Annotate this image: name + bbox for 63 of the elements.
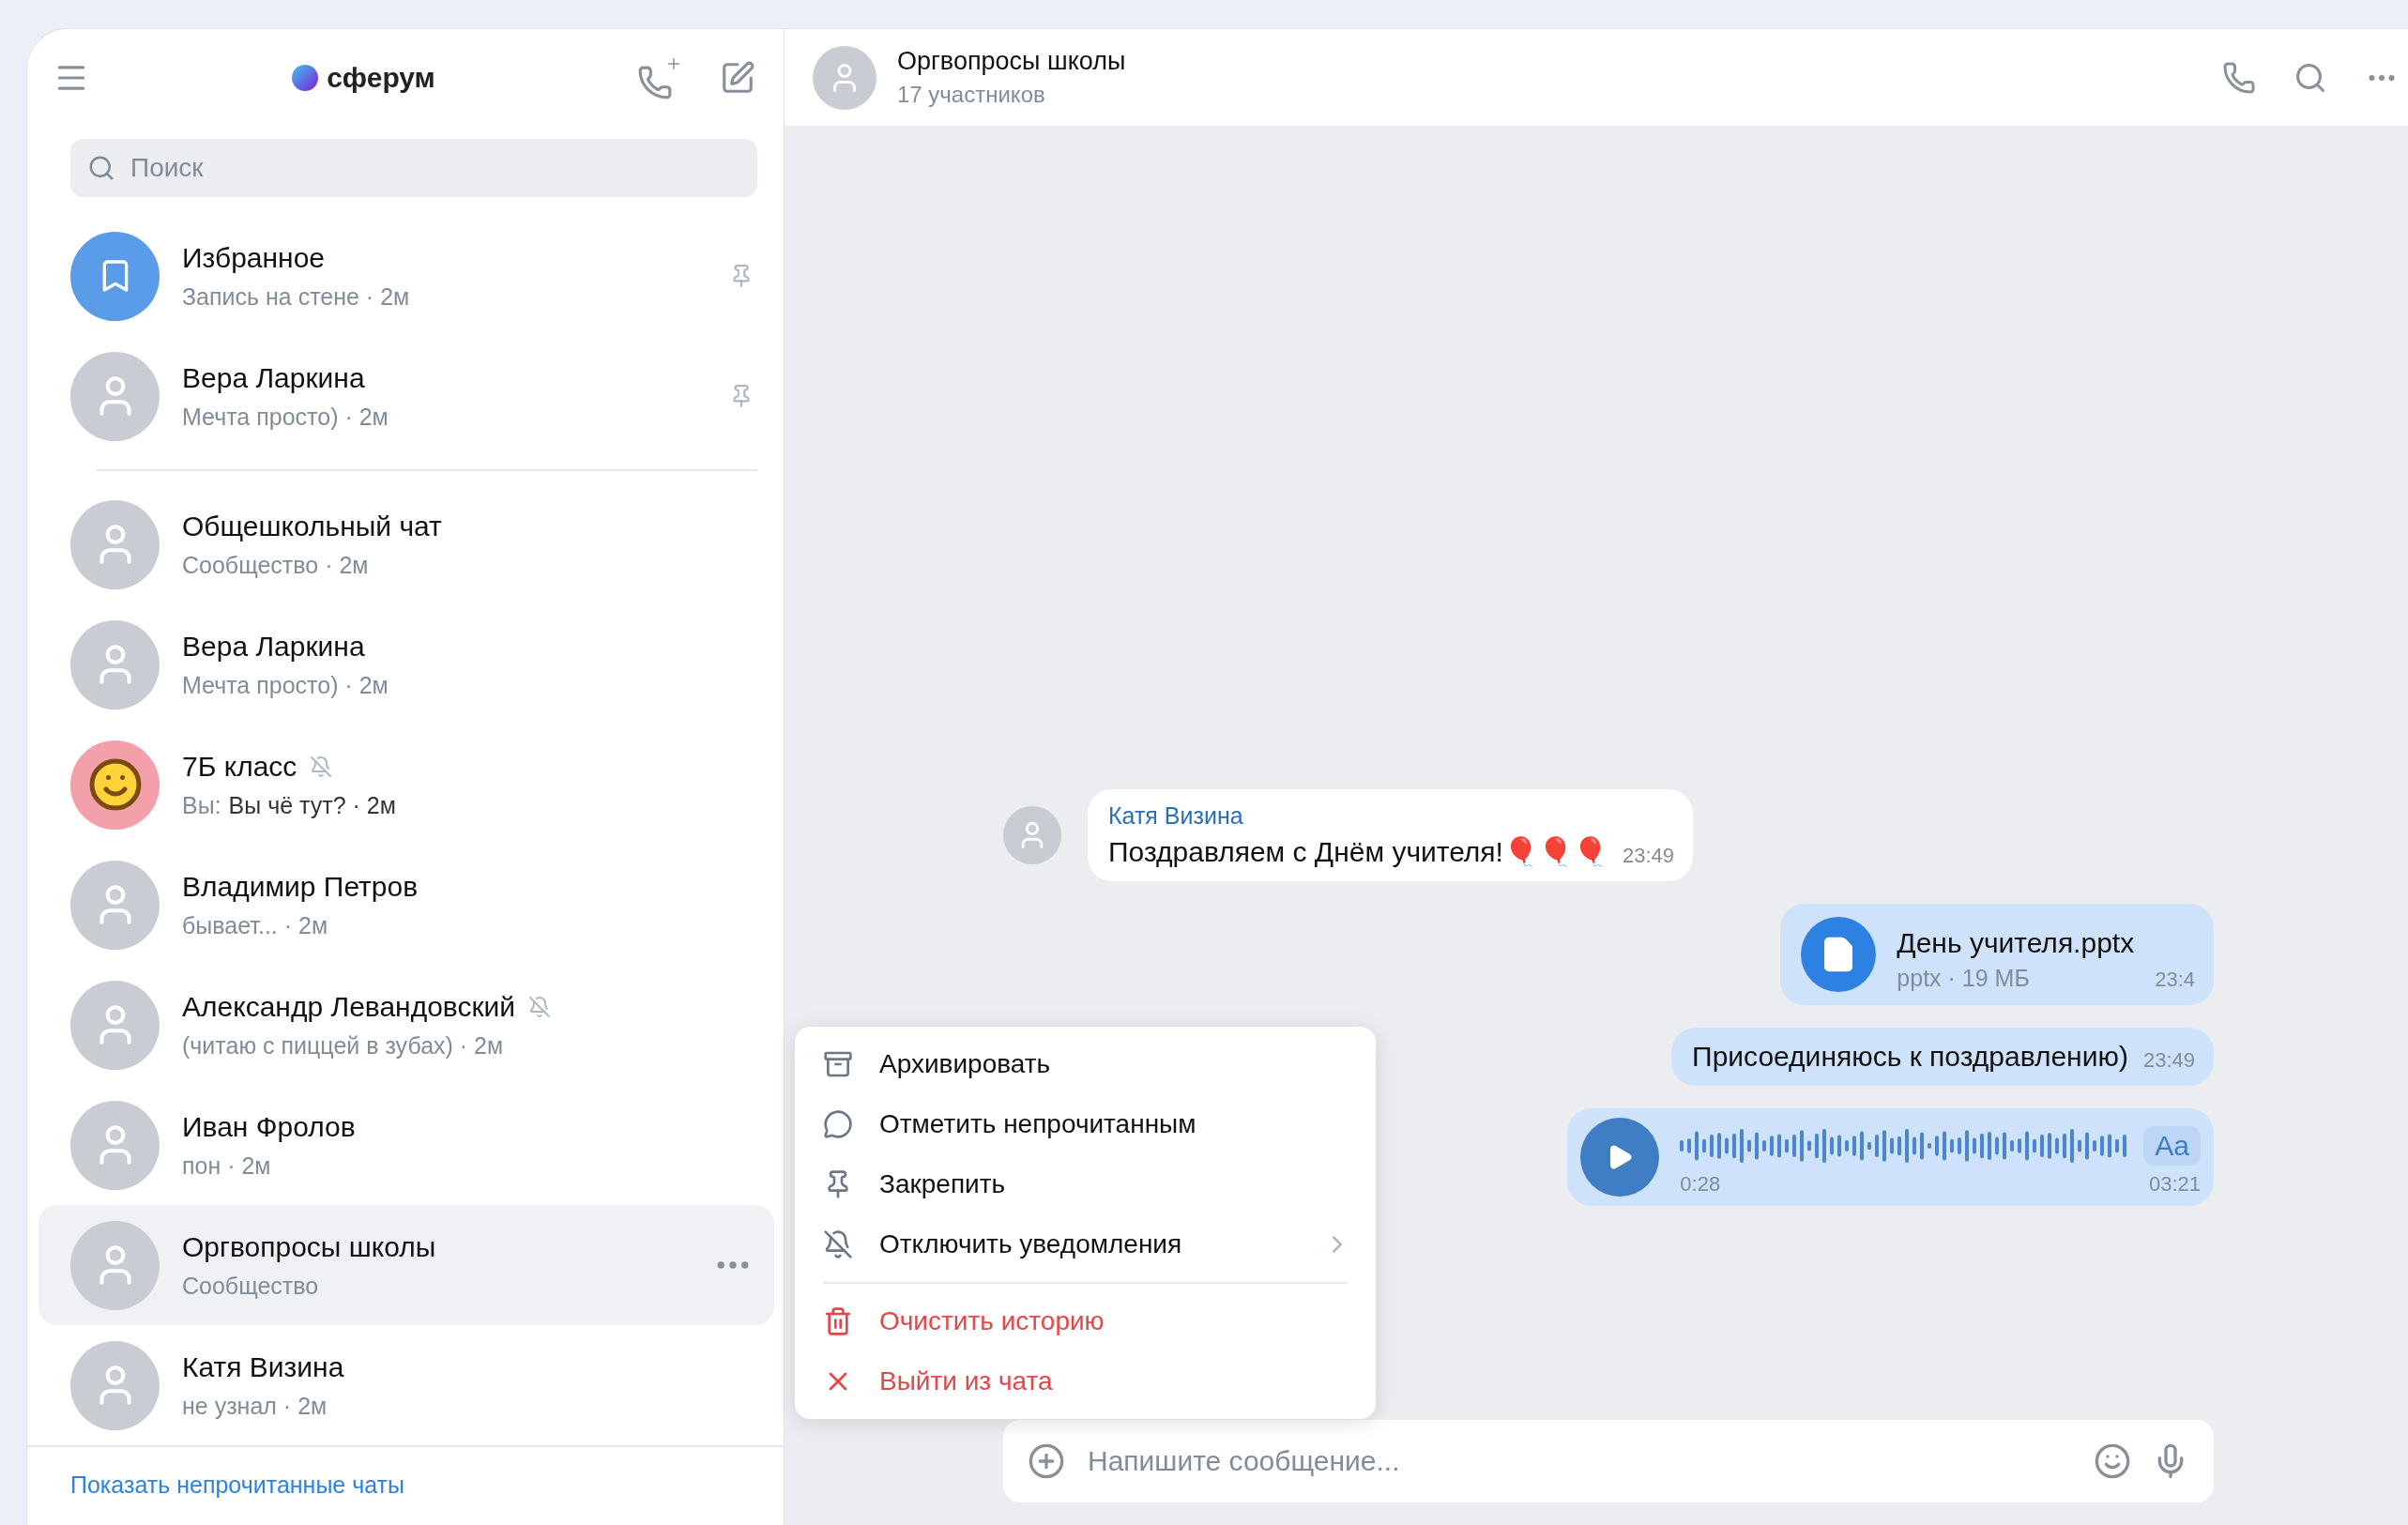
attach-icon[interactable] [1028, 1442, 1065, 1480]
chat-name: Владимир Петров [182, 870, 419, 903]
menu-item[interactable]: Закрепить [795, 1154, 1376, 1214]
chat-list-item[interactable]: Общешкольный чат Сообщество · 2м [38, 484, 774, 604]
file-name: День учителя.pptx [1897, 927, 2135, 959]
chat-name: Избранное [182, 241, 326, 274]
chat-list-item[interactable]: Владимир Петров бывает... · 2м [38, 845, 774, 965]
message-time: 23:4 [2155, 968, 2195, 992]
file-info: pptx · 19 МБ [1897, 965, 2031, 992]
chat-list-item[interactable]: Избранное Запись на стене · 2м [38, 216, 774, 336]
chat-name: Оргвопросы школы [182, 1230, 436, 1263]
chat-preview: Вы чё тут? · 2м [228, 791, 396, 819]
chat-preview: Сообщество [182, 1272, 319, 1300]
chat-preview: Мечта просто) · 2м [182, 403, 389, 431]
phone-icon[interactable] [2222, 60, 2256, 95]
message-author: Катя Визина [1108, 802, 1244, 830]
message-time: 23:49 [2142, 1048, 2195, 1073]
chat-list-item[interactable]: Вера Ларкина Мечта просто) · 2м [38, 336, 774, 456]
speech-bubble-icon [823, 1109, 853, 1139]
emoji-icon[interactable] [2094, 1442, 2131, 1480]
chat-preview: Запись на стене · 2м [182, 282, 410, 311]
sender-label: Вы: [182, 791, 221, 819]
chat-preview: (читаю с пиццей в зубах) · 2м [182, 1031, 504, 1060]
menu-item[interactable]: Очистить историю [795, 1291, 1376, 1351]
archive-box-icon [823, 1049, 853, 1079]
search-icon [87, 154, 115, 182]
chat-preview: Сообщество · 2м [182, 551, 369, 579]
muted-bell-icon [823, 1229, 853, 1259]
chat-name: Иван Фролов [182, 1110, 356, 1143]
chat-name: Александр Левандовский [182, 990, 516, 1023]
app-logo-text: сферум [327, 61, 435, 94]
chat-title: Оргвопросы школы [897, 47, 1127, 76]
menu-item[interactable]: Отключить уведомления [795, 1214, 1376, 1274]
trash-icon [823, 1306, 853, 1336]
menu-item[interactable]: Архивировать [795, 1034, 1376, 1094]
chat-name: Общешкольный чат [182, 510, 442, 542]
members-count: 17 участников [897, 82, 1046, 108]
menu-item[interactable]: Выйти из чата [795, 1351, 1376, 1411]
search-input[interactable]: Поиск [129, 152, 740, 184]
chat-name: Катя Визина [182, 1350, 344, 1383]
chat-name: Вера Ларкина [182, 630, 365, 663]
chat-list-item[interactable]: Александр Левандовский (читаю с пиццей в зубах) · 2м [38, 965, 774, 1085]
menu-item[interactable]: Отметить непрочитанным [795, 1094, 1376, 1154]
chat-name: 7Б класс [182, 750, 297, 783]
voice-duration: 03:21 [2148, 1172, 2201, 1197]
chat-preview: Мечта просто) · 2м [182, 671, 389, 699]
show-unread-link[interactable]: Показать непрочитанные чаты [70, 1472, 405, 1498]
chat-list-item[interactable]: Иван Фролов пон · 2м [38, 1085, 774, 1205]
message-time: 23:49 [1622, 844, 1674, 868]
chat-preview: пон · 2м [182, 1151, 271, 1180]
chat-preview: бывает... · 2м [182, 911, 328, 939]
chat-list-item[interactable]: 7Б класс Вы: Вы чё тут? · 2м [38, 724, 774, 845]
chat-list-item[interactable]: Оргвопросы школы Сообщество [38, 1205, 774, 1325]
message-text: Присоединяюсь к поздравлению) [1692, 1041, 2128, 1073]
chat-name: Вера Ларкина [182, 361, 365, 394]
logo-icon [291, 63, 320, 92]
message-field[interactable]: Напишите сообщение... [1003, 1420, 2214, 1502]
voice-position: 0:28 [1680, 1172, 1721, 1197]
chat-preview: не узнал · 2м [182, 1392, 328, 1420]
chat-list-item[interactable]: Вера Ларкина Мечта просто) · 2м [38, 604, 774, 724]
search-field[interactable]: Поиск [70, 139, 757, 197]
chat-list-item[interactable]: Катя Визина не узнал · 2м [38, 1325, 774, 1445]
message-text: Поздравляем с Днём учителя!🎈🎈🎈 [1108, 835, 1608, 868]
